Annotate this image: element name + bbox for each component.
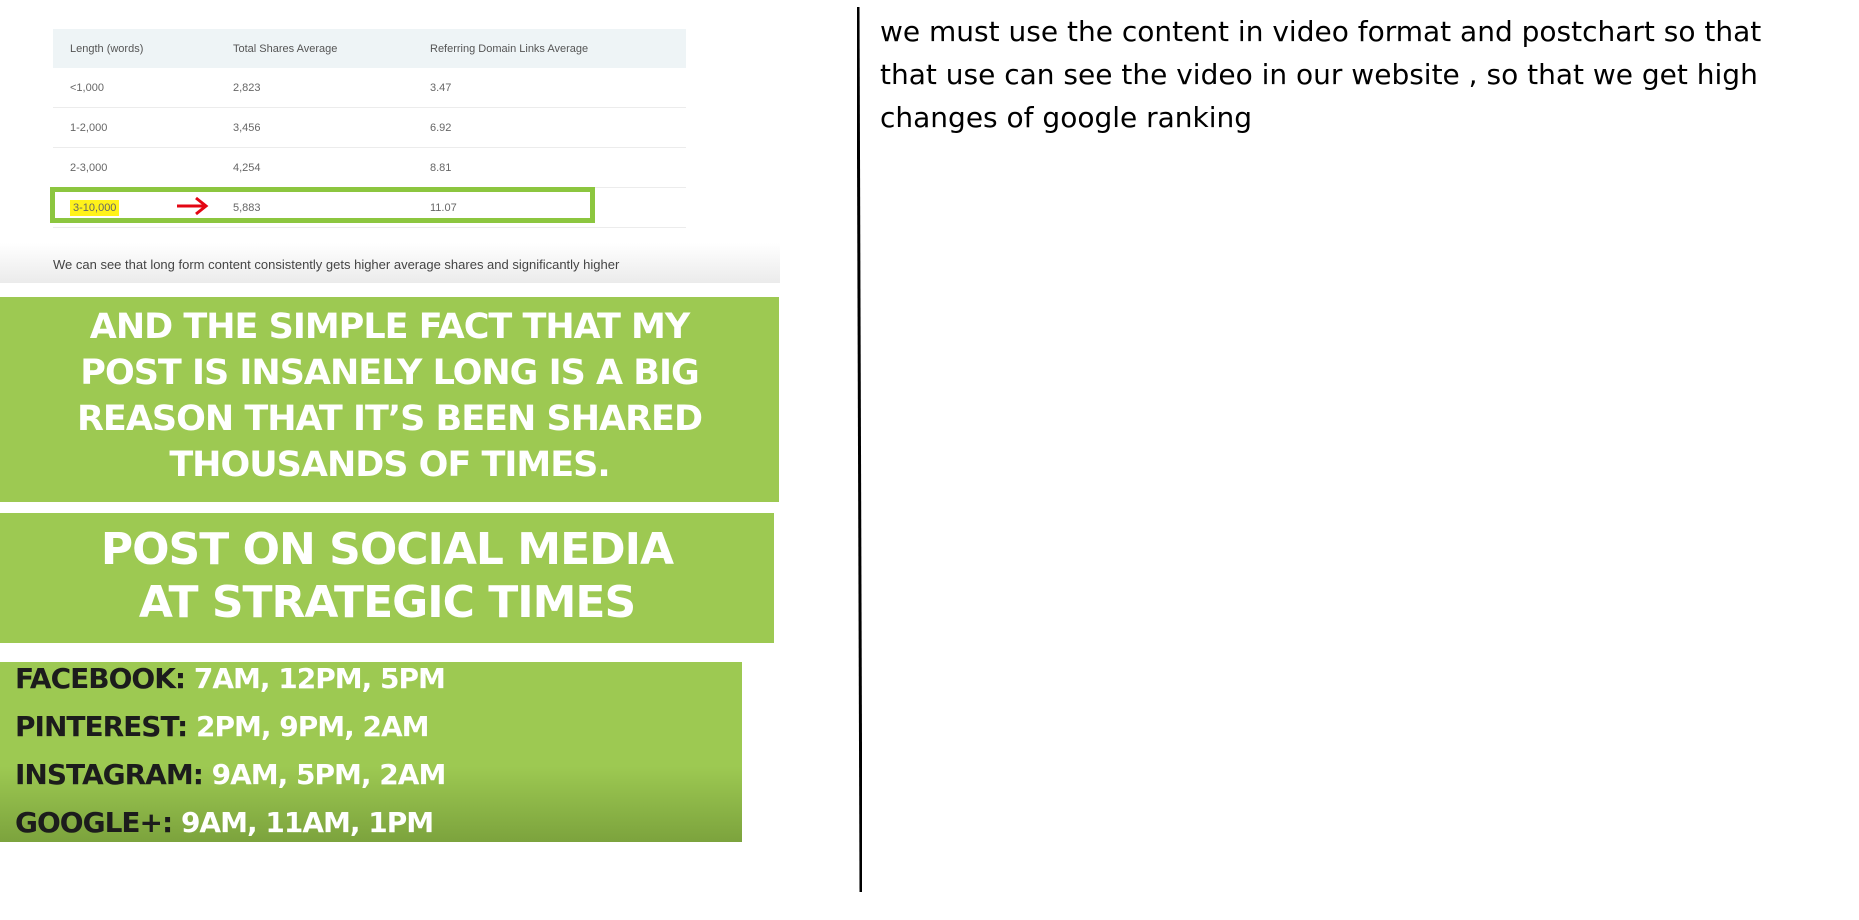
table-row: <1,000 2,823 3.47 [53, 68, 686, 108]
header-referring-links: Referring Domain Links Average [413, 29, 686, 68]
cell-links: 3.47 [413, 68, 686, 108]
banner-line: POST IS INSANELY LONG IS A BIG [80, 353, 699, 393]
platform-label: FACEBOOK: [15, 662, 186, 695]
schedule-row-instagram: INSTAGRAM: 9AM, 5PM, 2AM [15, 758, 447, 791]
vertical-divider [857, 7, 862, 892]
platform-label: GOOGLE+: [15, 806, 173, 839]
platform-label: INSTAGRAM: [15, 758, 204, 791]
banner-line: AND THE SIMPLE FACT THAT MY [89, 307, 690, 347]
highlight-box [50, 187, 595, 223]
red-arrow-icon [177, 196, 209, 216]
cell-length: 2-3,000 [53, 147, 216, 188]
schedule-row-pinterest: PINTEREST: 2PM, 9PM, 2AM [15, 710, 429, 743]
banner-line: THOUSANDS OF TIMES. [169, 445, 610, 485]
table-row: 2-3,000 4,254 8.81 [53, 147, 686, 188]
platform-label: PINTEREST: [15, 710, 188, 743]
long-post-banner: AND THE SIMPLE FACT THAT MY POST IS INSA… [0, 297, 779, 502]
table-caption: We can see that long form content consis… [53, 257, 620, 272]
table-screenshot: Length (words) Total Shares Average Refe… [0, 0, 780, 283]
schedule-row-google-plus: GOOGLE+: 9AM, 11AM, 1PM [15, 806, 434, 839]
strategic-times-banner: POST ON SOCIAL MEDIA AT STRATEGIC TIMES [0, 513, 774, 643]
cell-shares: 2,823 [216, 68, 413, 108]
header-total-shares: Total Shares Average [216, 29, 413, 68]
platform-times: 2PM, 9PM, 2AM [195, 710, 430, 743]
note-text: we must use the content in video format … [880, 15, 1762, 134]
cell-length: <1,000 [53, 68, 216, 108]
posting-schedule: FACEBOOK: 7AM, 12PM, 5PM PINTEREST: 2PM,… [0, 662, 742, 842]
banner-line: POST ON SOCIAL MEDIA [100, 524, 674, 575]
header-length: Length (words) [53, 29, 216, 68]
table-header-row: Length (words) Total Shares Average Refe… [53, 29, 686, 68]
platform-times: 9AM, 11AM, 1PM [180, 806, 434, 839]
cell-shares: 4,254 [216, 147, 413, 188]
banner-line: REASON THAT IT’S BEEN SHARED [76, 399, 703, 439]
cell-links: 6.92 [413, 107, 686, 148]
platform-times: 9AM, 5PM, 2AM [211, 758, 447, 791]
table-row: 1-2,000 3,456 6.92 [53, 107, 686, 148]
platform-times: 7AM, 12PM, 5PM [193, 662, 446, 695]
cell-length: 1-2,000 [53, 107, 216, 148]
cell-shares: 3,456 [216, 107, 413, 148]
banner-line: AT STRATEGIC TIMES [138, 577, 636, 628]
schedule-row-facebook: FACEBOOK: 7AM, 12PM, 5PM [15, 662, 446, 695]
cell-links: 8.81 [413, 147, 686, 188]
